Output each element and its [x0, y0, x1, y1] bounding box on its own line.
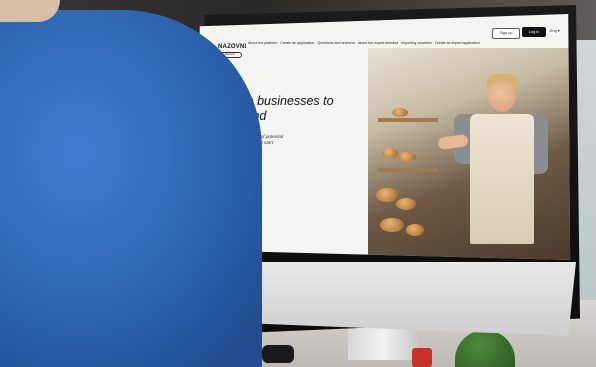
bread: [396, 198, 416, 210]
nav-link-export-demand[interactable]: About the export demand: [358, 41, 398, 45]
baker-apron: [470, 114, 534, 244]
hero-photo: [368, 48, 571, 260]
log-in-button[interactable]: Log in: [522, 27, 546, 37]
nav-link-import-application[interactable]: Create an import application: [435, 41, 480, 45]
bread: [382, 148, 398, 158]
bread: [406, 224, 424, 236]
bread: [392, 108, 408, 117]
bread: [380, 218, 404, 232]
bread: [376, 188, 398, 202]
sign-up-button[interactable]: Sign up: [492, 28, 520, 39]
blue-shirt: [0, 10, 262, 367]
red-object: [412, 348, 432, 367]
nav-link-faq[interactable]: Questions and answers: [317, 41, 355, 45]
photo-scene: NAZOVNI Beta test About the platform Cre…: [0, 0, 596, 367]
wristwatch: [262, 345, 294, 363]
nav-link-create-application[interactable]: Create an application: [280, 41, 314, 45]
baker-face: [488, 78, 516, 112]
nav-links: About the platform Create an application…: [248, 41, 480, 45]
bread: [398, 152, 416, 162]
shelf: [378, 168, 438, 172]
language-select[interactable]: Eng ▾: [550, 28, 560, 33]
shelf: [378, 118, 438, 122]
nav-link-importing-countries[interactable]: Importing countries: [401, 41, 432, 45]
foreground-person: [0, 0, 270, 367]
